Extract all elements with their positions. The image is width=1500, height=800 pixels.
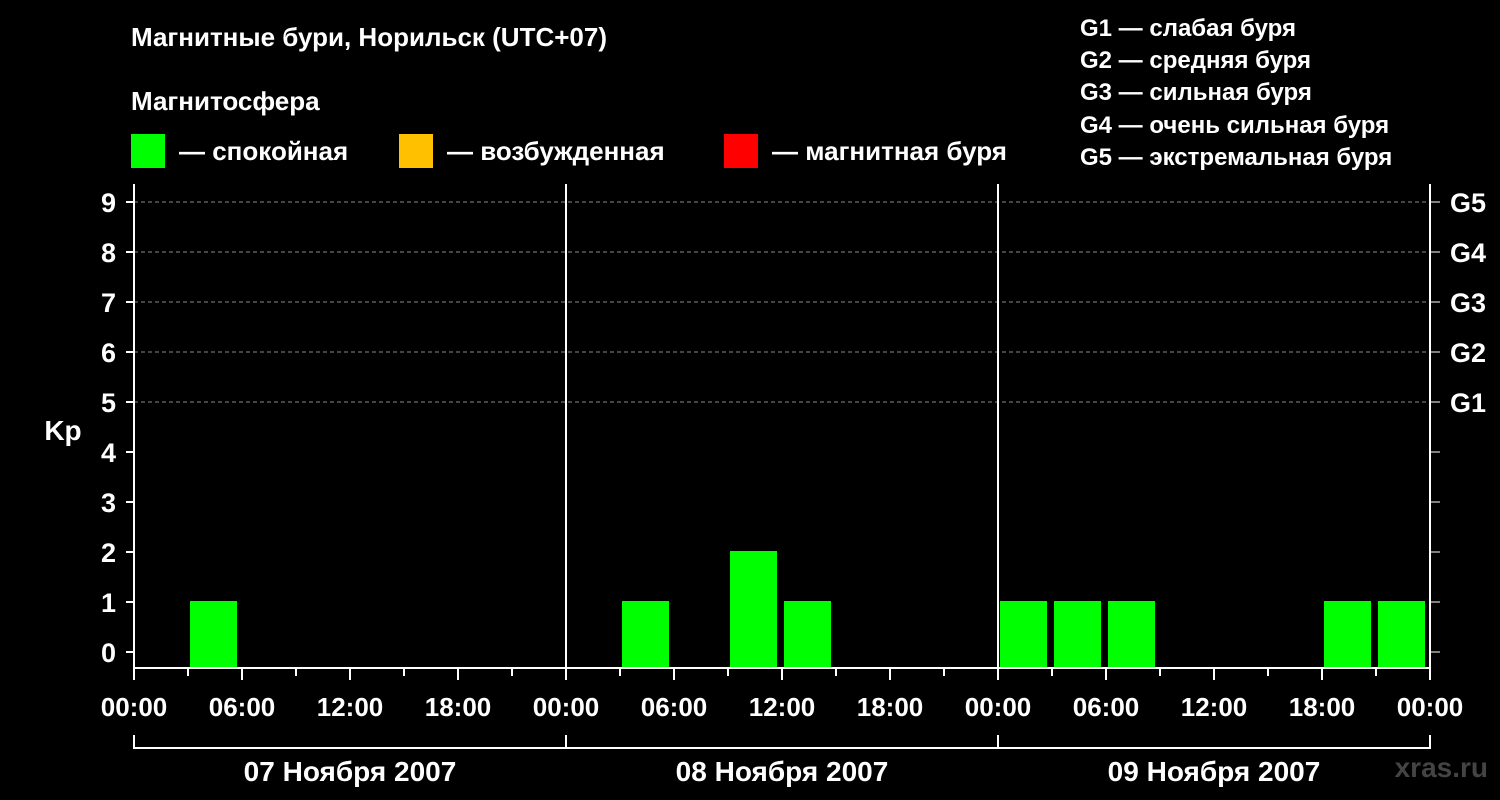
x-tick-label: 12:00 — [1181, 692, 1248, 722]
g-level-label: G1 — [1450, 388, 1486, 418]
x-tick-label: 06:00 — [1073, 692, 1140, 722]
axes: 0 1 2 3 4 5 6 7 8 9 G1 G2 G3 G4 G5 00:00 06:00 12:00 18:00… — [101, 184, 1486, 787]
kp-chart: 0 1 2 3 4 5 6 7 8 9 G1 G2 G3 G4 G5 00:00 06:00 12:00 18:00… — [44, 184, 1486, 787]
g-level-label: G4 — [1450, 238, 1486, 268]
x-tick-label: 18:00 — [857, 692, 924, 722]
g-level-label: G3 — [1450, 288, 1486, 318]
y-tick-label: 7 — [101, 288, 116, 318]
y-axis-label: Kp — [44, 415, 81, 446]
kp-bar — [784, 601, 831, 668]
day-label: 08 Ноября 2007 — [676, 756, 889, 787]
x-tick-label: 06:00 — [209, 692, 276, 722]
y-tick-label: 0 — [101, 638, 116, 668]
bars — [190, 551, 1425, 668]
kp-bar — [1054, 601, 1101, 668]
x-tick-label: 12:00 — [749, 692, 816, 722]
kp-bar — [1000, 601, 1047, 668]
watermark: xras.ru — [1394, 752, 1488, 783]
kp-bar — [1324, 601, 1371, 668]
x-tick-label: 12:00 — [317, 692, 384, 722]
x-tick-label: 00:00 — [1397, 692, 1464, 722]
y-tick-label: 1 — [101, 588, 116, 618]
y-tick-label: 8 — [101, 238, 116, 268]
y-tick-label: 5 — [101, 388, 116, 418]
y-tick-label: 4 — [101, 438, 116, 468]
kp-bar — [190, 601, 237, 668]
x-tick-label: 00:00 — [965, 692, 1032, 722]
y-tick-label: 3 — [101, 488, 116, 518]
x-tick-label: 06:00 — [641, 692, 708, 722]
g-level-label: G2 — [1450, 338, 1486, 368]
grid-lines — [134, 201, 1430, 403]
kp-bar — [1108, 601, 1155, 668]
day-label: 09 Ноября 2007 — [1108, 756, 1321, 787]
y-tick-label: 2 — [101, 538, 116, 568]
g-level-label: G5 — [1450, 188, 1486, 218]
y-tick-label: 6 — [101, 338, 116, 368]
x-tick-label: 00:00 — [101, 692, 168, 722]
x-tick-label: 18:00 — [1289, 692, 1356, 722]
kp-bar — [730, 551, 777, 668]
kp-bar — [622, 601, 669, 668]
y-tick-label: 9 — [101, 188, 116, 218]
kp-bar — [1378, 601, 1425, 668]
x-tick-label: 18:00 — [425, 692, 492, 722]
day-label: 07 Ноября 2007 — [244, 756, 457, 787]
x-tick-label: 00:00 — [533, 692, 600, 722]
